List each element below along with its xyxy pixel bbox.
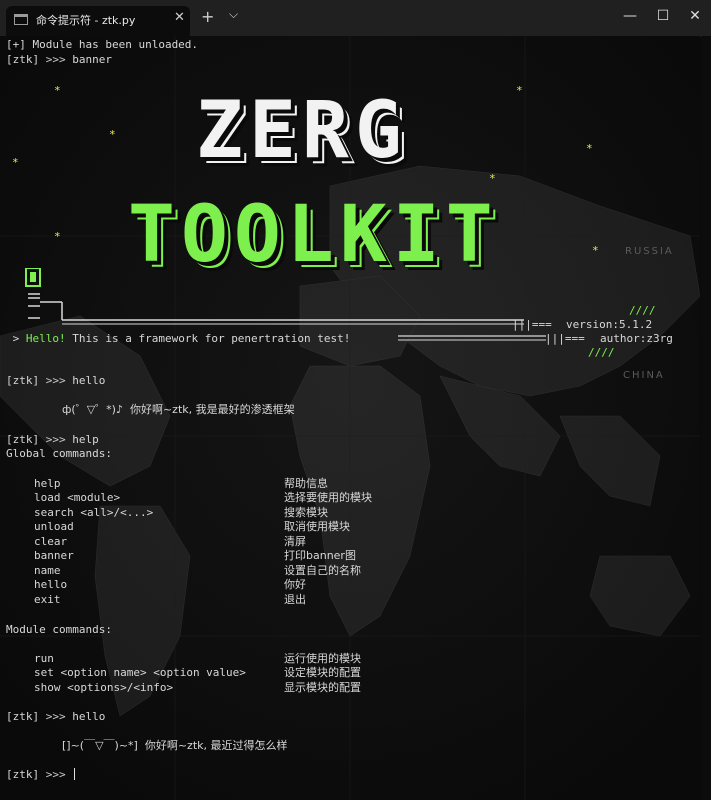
- prompt-line: [ztk] >>> help: [6, 433, 99, 446]
- command-name: set <option name> <option value>: [34, 666, 246, 679]
- command-name: show <options>/<info>: [34, 681, 174, 694]
- tab-close-icon[interactable]: ✕: [174, 10, 185, 25]
- prompt-line: [ztk] >>> banner: [6, 53, 112, 66]
- banner-connector-decoration: [398, 335, 546, 341]
- chevron-down-icon[interactable]: ⌵: [229, 7, 238, 22]
- text-cursor: [74, 768, 76, 780]
- star-decoration: *: [109, 128, 116, 141]
- title-bar: 命令提示符 - ztk.py ✕ + ⌵ — ☐ ✕: [0, 0, 711, 37]
- command-description: 你好: [284, 578, 306, 591]
- prompt-line: [ztk] >>> hello: [6, 710, 106, 723]
- banner-title-zerg: ZERG: [196, 86, 408, 176]
- command-name: unload: [34, 520, 74, 533]
- module-commands-header: Module commands:: [6, 623, 112, 636]
- banner-title-toolkit: TOOLKIT: [128, 190, 499, 280]
- hello-highlight: Hello!: [25, 332, 66, 345]
- command-name: help: [34, 477, 61, 490]
- command-description: 设定模块的配置: [284, 666, 361, 679]
- command-name: search <all>/<...>: [34, 506, 154, 519]
- hello-response: []~(￣▽￣)~*] 你好啊~ztk, 最近过得怎么样: [62, 739, 288, 752]
- prompt-line: [ztk] >>> hello: [6, 374, 106, 387]
- command-name: run: [34, 652, 54, 665]
- command-description: 设置自己的名称: [284, 564, 361, 577]
- banner-version: version:5.1.2: [566, 318, 653, 331]
- command-name: hello: [34, 578, 68, 591]
- hello-response: ф(゜▽゜*)♪ 你好啊~ztk, 我是最好的渗透框架: [62, 403, 295, 416]
- new-tab-button[interactable]: +: [201, 7, 214, 26]
- terminal-output[interactable]: RUSSIA CHINA * * * * * * * * ZERG TOOLKI…: [0, 36, 700, 800]
- star-decoration: *: [54, 84, 61, 97]
- banner-connector-decoration: [25, 268, 524, 325]
- command-name: exit: [34, 593, 61, 606]
- map-label-russia: RUSSIA: [625, 246, 674, 257]
- map-label-china: CHINA: [623, 370, 665, 381]
- star-decoration: *: [489, 172, 496, 185]
- command-description: 搜索模块: [284, 506, 328, 519]
- command-description: 运行使用的模块: [284, 652, 361, 665]
- star-decoration: *: [592, 244, 599, 257]
- banner-bar-decoration: |||===: [512, 318, 552, 331]
- command-description: 帮助信息: [284, 477, 328, 490]
- console-icon: [14, 14, 28, 25]
- command-description: 取消使用模块: [284, 520, 350, 533]
- star-decoration: *: [586, 142, 593, 155]
- star-decoration: *: [12, 156, 19, 169]
- command-description: 打印banner图: [284, 549, 356, 562]
- command-name: banner: [34, 549, 74, 562]
- star-decoration: *: [516, 84, 523, 97]
- scrollbar[interactable]: [701, 36, 711, 800]
- command-description: 清屏: [284, 535, 306, 548]
- command-description: 选择要使用的模块: [284, 491, 372, 504]
- banner-hello-line: > Hello! This is a framework for penertr…: [6, 332, 351, 345]
- command-name: clear: [34, 535, 68, 548]
- close-button[interactable]: ✕: [673, 0, 711, 34]
- command-description: 显示模块的配置: [284, 681, 361, 694]
- command-input-line[interactable]: [ztk] >>>: [6, 768, 76, 782]
- banner-slashes: ////: [629, 304, 656, 317]
- star-decoration: *: [54, 230, 61, 243]
- banner-bar-decoration: |||===: [545, 332, 585, 345]
- banner-slashes: ////: [588, 346, 615, 359]
- terminal-tab[interactable]: 命令提示符 - ztk.py ✕: [6, 6, 190, 36]
- command-name: name: [34, 564, 61, 577]
- command-description: 退出: [284, 593, 306, 606]
- banner-author: author:z3rg: [600, 332, 673, 345]
- output-line: [+] Module has been unloaded.: [6, 38, 199, 51]
- global-commands-header: Global commands:: [6, 447, 112, 460]
- tab-title: 命令提示符 - ztk.py: [36, 14, 136, 27]
- command-name: load <module>: [34, 491, 121, 504]
